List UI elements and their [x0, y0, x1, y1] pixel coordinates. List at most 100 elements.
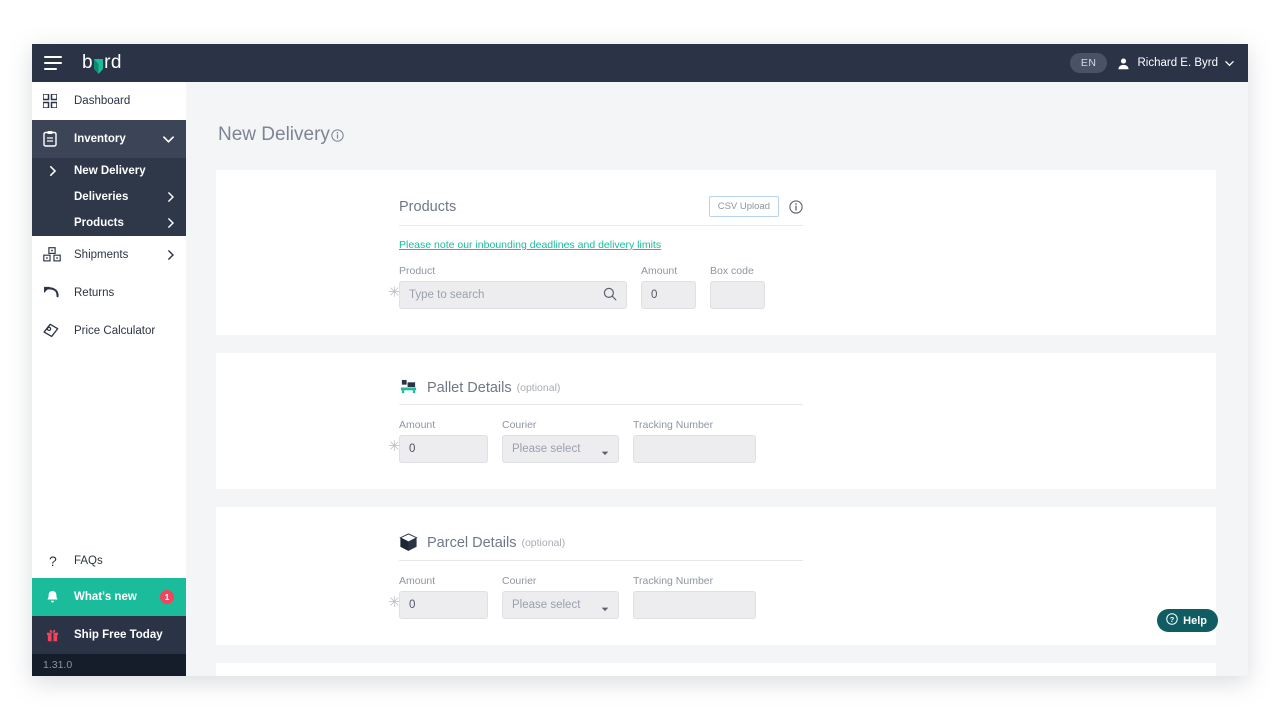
product-amount-input[interactable]: 0	[641, 281, 696, 309]
sidebar-item-new-delivery[interactable]: New Delivery	[32, 158, 186, 184]
sidebar-nav: Dashboard Inventory	[32, 82, 186, 350]
sidebar-item-inventory[interactable]: Inventory	[32, 120, 186, 158]
sidebar-item-label: Returns	[74, 287, 114, 299]
pallet-icon	[399, 379, 418, 396]
brand-logo[interactable]: brd	[82, 52, 122, 74]
sidebar-item-price-calculator[interactable]: Price Calculator	[32, 312, 186, 350]
chevron-right-icon	[43, 166, 62, 176]
app-version: 1.31.0	[32, 654, 186, 676]
brand-text-rd: rd	[104, 52, 122, 74]
language-selector[interactable]: EN	[1070, 53, 1108, 73]
parcel-courier-select[interactable]: Please select	[502, 591, 619, 619]
pallet-field-row: ✳ Amount 0 Courier Please select	[388, 419, 1216, 463]
products-card: Products CSV Upload Please note our inbo…	[216, 170, 1216, 335]
products-title: Products	[399, 199, 456, 215]
pallet-tracking-label: Tracking Number	[633, 419, 756, 431]
product-field: Product Type to search	[399, 265, 627, 309]
sidebar-item-returns[interactable]: Returns	[32, 274, 186, 312]
pallet-tracking-input[interactable]	[633, 435, 756, 463]
sidebar-item-label: Price Calculator	[74, 325, 155, 337]
pallet-courier-label: Courier	[502, 419, 619, 431]
required-marker: ✳	[388, 285, 399, 300]
csv-upload-button[interactable]: CSV Upload	[709, 196, 779, 217]
product-label: Product	[399, 265, 627, 277]
pallet-courier-field: Courier Please select	[502, 419, 619, 463]
sidebar-item-faqs[interactable]: ? FAQs	[32, 544, 186, 578]
sidebar-item-shipments[interactable]: Shipments	[32, 236, 186, 274]
box-code-label: Box code	[710, 265, 765, 277]
pallet-details-card: Pallet Details (optional) ✳ Amount 0 Cou…	[216, 353, 1216, 489]
help-label: Help	[1183, 615, 1207, 627]
clipboard-icon	[43, 131, 62, 147]
pallet-section-header: Pallet Details (optional)	[399, 379, 803, 405]
product-amount-field: Amount 0	[641, 265, 696, 309]
bell-icon	[43, 590, 62, 604]
product-search-placeholder: Type to search	[409, 289, 484, 301]
app-body: Dashboard Inventory	[32, 82, 1248, 676]
amount-label: Amount	[641, 265, 696, 277]
parcel-amount-input[interactable]: 0	[399, 591, 488, 619]
pallet-tracking-field: Tracking Number	[633, 419, 756, 463]
undo-arrow-icon	[43, 286, 62, 300]
chevron-down-icon	[601, 447, 609, 452]
box-code-input[interactable]	[710, 281, 765, 309]
question-circle-icon: ?	[1166, 613, 1178, 628]
info-circle-icon[interactable]	[331, 126, 344, 148]
main-content: New Delivery Products CSV Upload	[186, 82, 1248, 676]
parcel-title: Parcel Details	[427, 535, 516, 551]
parcel-section-header: Parcel Details (optional)	[399, 533, 803, 561]
products-card-body: Products CSV Upload Please note our inbo…	[216, 170, 1216, 335]
parcel-courier-field: Courier Please select	[502, 575, 619, 619]
pallet-title: Pallet Details	[427, 380, 512, 396]
user-menu[interactable]: Richard E. Byrd	[1117, 57, 1234, 70]
sidebar-item-dashboard[interactable]: Dashboard	[32, 82, 186, 120]
sidebar-item-whats-new[interactable]: What's new 1	[32, 578, 186, 616]
price-tag-icon	[43, 323, 62, 339]
parcel-amount-field: Amount 0	[399, 575, 488, 619]
parcel-tracking-input[interactable]	[633, 591, 756, 619]
question-mark-icon: ?	[43, 554, 62, 569]
product-search-input[interactable]: Type to search	[399, 281, 627, 309]
pallet-card-body: Pallet Details (optional) ✳ Amount 0 Cou…	[216, 353, 1216, 489]
chevron-down-icon	[601, 603, 609, 608]
pallet-amount-label: Amount	[399, 419, 488, 431]
products-header-actions: CSV Upload	[709, 196, 803, 217]
inbounding-deadlines-link[interactable]: Please note our inbounding deadlines and…	[399, 239, 1216, 251]
sidebar-item-label: Shipments	[74, 249, 128, 261]
page-title-text: New Delivery	[218, 124, 330, 146]
brand-text-b: b	[82, 52, 93, 74]
chevron-right-icon	[167, 192, 174, 202]
inventory-submenu: New Delivery Deliveries Products	[32, 158, 186, 236]
top-bar-right: EN Richard E. Byrd	[1070, 53, 1234, 73]
pallet-optional-label: (optional)	[517, 382, 561, 394]
parcel-card-body: Parcel Details (optional) ✳ Amount 0 Cou…	[216, 507, 1216, 645]
parcel-courier-label: Courier	[502, 575, 619, 587]
sidebar-whats-new-label: What's new	[74, 591, 137, 603]
parcel-box-icon	[399, 533, 418, 552]
products-field-row: ✳ Product Type to search Amount	[388, 265, 1216, 309]
parcel-tracking-field: Tracking Number	[633, 575, 756, 619]
top-bar: brd EN Richard E. Byrd	[32, 44, 1248, 82]
sidebar-subitem-label: Deliveries	[74, 191, 128, 203]
chevron-down-icon	[163, 135, 174, 143]
search-icon[interactable]	[603, 287, 617, 304]
sidebar: Dashboard Inventory	[32, 82, 186, 676]
sidebar-ship-free-label: Ship Free Today	[74, 629, 163, 641]
sidebar-item-deliveries[interactable]: Deliveries	[32, 184, 186, 210]
pallet-courier-select[interactable]: Please select	[502, 435, 619, 463]
sidebar-item-ship-free-today[interactable]: Ship Free Today	[32, 616, 186, 654]
page-title: New Delivery	[218, 124, 1216, 148]
required-marker: ✳	[388, 595, 399, 610]
sidebar-subitem-label: New Delivery	[74, 165, 146, 177]
pallet-amount-input[interactable]: 0	[399, 435, 488, 463]
application-window: brd EN Richard E. Byrd	[32, 44, 1248, 676]
parcel-amount-label: Amount	[399, 575, 488, 587]
hamburger-menu-icon[interactable]	[44, 56, 62, 70]
boxes-icon	[43, 247, 62, 263]
help-widget-button[interactable]: ? Help	[1157, 609, 1218, 632]
delivery-date-card-body: Delivery Date Between And	[216, 663, 1216, 676]
sidebar-item-products[interactable]: Products	[32, 210, 186, 236]
info-circle-icon[interactable]	[789, 200, 803, 214]
parcel-optional-label: (optional)	[521, 537, 565, 549]
parcel-tracking-label: Tracking Number	[633, 575, 756, 587]
